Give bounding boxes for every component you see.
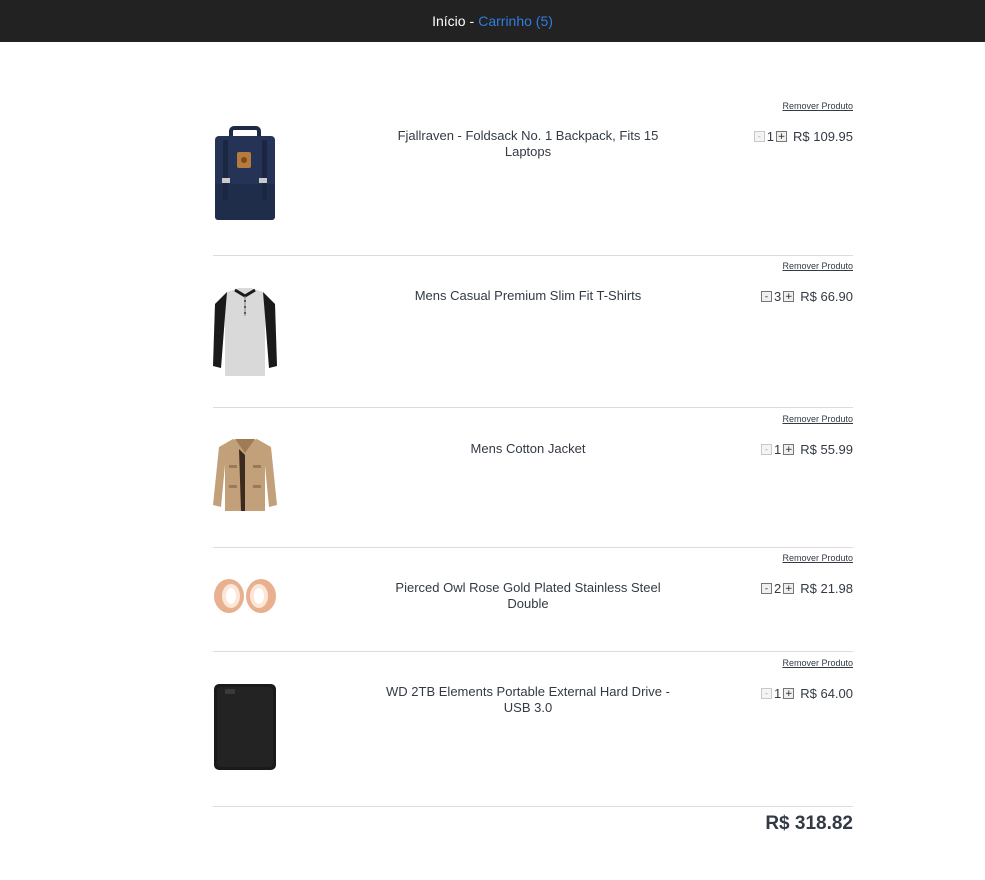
quantity-value: 1 bbox=[774, 442, 782, 457]
item-divider bbox=[213, 255, 853, 256]
item-price: R$ 64.00 bbox=[800, 686, 853, 701]
item-price: R$ 66.90 bbox=[800, 289, 853, 304]
quantity-value: 3 bbox=[774, 289, 782, 304]
quantity-stepper: - 2 + R$ 21.98 bbox=[761, 581, 853, 596]
decrease-quantity-button[interactable]: - bbox=[753, 131, 765, 142]
tshirt-image bbox=[213, 288, 277, 376]
product-title: Pierced Owl Rose Gold Plated Stainless S… bbox=[395, 580, 661, 611]
item-divider bbox=[213, 651, 853, 652]
item-price: R$ 21.98 bbox=[800, 581, 853, 596]
cart-item: Remover Produto WD 2TB Elements Portable… bbox=[213, 657, 853, 802]
increase-quantity-button[interactable]: + bbox=[783, 583, 795, 594]
earrings-image bbox=[214, 579, 276, 613]
product-title: Mens Cotton Jacket bbox=[470, 441, 586, 456]
cart-item: Remover Produto Mens Casual Premium Slim… bbox=[213, 260, 853, 400]
item-price: R$ 55.99 bbox=[800, 442, 853, 457]
backpack-image bbox=[215, 126, 275, 220]
nav-home-link[interactable]: Início bbox=[432, 13, 465, 29]
nav-cart-link[interactable]: Carrinho (5) bbox=[478, 13, 553, 29]
nav-separator: - bbox=[469, 13, 475, 29]
total-divider bbox=[213, 806, 853, 807]
remove-product-link[interactable]: Remover Produto bbox=[782, 658, 853, 668]
decrease-quantity-button[interactable]: - bbox=[761, 291, 772, 302]
jacket-image bbox=[213, 439, 277, 511]
quantity-value: 1 bbox=[766, 129, 774, 144]
product-title: Mens Casual Premium Slim Fit T-Shirts bbox=[414, 288, 642, 303]
quantity-value: 2 bbox=[774, 581, 782, 596]
cart-item: Remover Produto Fjallraven - Foldsack No… bbox=[213, 100, 853, 250]
cart-item: Remover Produto Mens Cotton Jacket - 1 +… bbox=[213, 413, 853, 543]
increase-quantity-button[interactable]: + bbox=[783, 688, 795, 699]
harddrive-image bbox=[214, 684, 276, 770]
cart-item: Remover Produto Pierced Owl Rose Gold Pl… bbox=[213, 552, 853, 647]
remove-product-link[interactable]: Remover Produto bbox=[782, 261, 853, 271]
item-divider bbox=[213, 407, 853, 408]
remove-product-link[interactable]: Remover Produto bbox=[782, 414, 853, 424]
increase-quantity-button[interactable]: + bbox=[783, 444, 795, 455]
quantity-stepper: - 1 + R$ 109.95 bbox=[753, 129, 853, 144]
cart-total: R$ 318.82 bbox=[765, 813, 853, 834]
quantity-stepper: - 1 + R$ 64.00 bbox=[761, 686, 853, 701]
increase-quantity-button[interactable]: + bbox=[776, 131, 787, 142]
remove-product-link[interactable]: Remover Produto bbox=[782, 553, 853, 563]
product-title: WD 2TB Elements Portable External Hard D… bbox=[386, 684, 670, 715]
quantity-stepper: - 1 + R$ 55.99 bbox=[761, 442, 853, 457]
item-divider bbox=[213, 547, 853, 548]
decrease-quantity-button[interactable]: - bbox=[761, 444, 772, 455]
increase-quantity-button[interactable]: + bbox=[783, 291, 795, 302]
quantity-stepper: - 3 + R$ 66.90 bbox=[761, 289, 853, 304]
decrease-quantity-button[interactable]: - bbox=[761, 583, 772, 594]
decrease-quantity-button[interactable]: - bbox=[761, 688, 772, 699]
product-title: Fjallraven - Foldsack No. 1 Backpack, Fi… bbox=[397, 128, 659, 159]
remove-product-link[interactable]: Remover Produto bbox=[782, 101, 853, 111]
top-nav-bar: Início - Carrinho (5) bbox=[0, 0, 985, 42]
quantity-value: 1 bbox=[774, 686, 782, 701]
item-price: R$ 109.95 bbox=[793, 129, 853, 144]
